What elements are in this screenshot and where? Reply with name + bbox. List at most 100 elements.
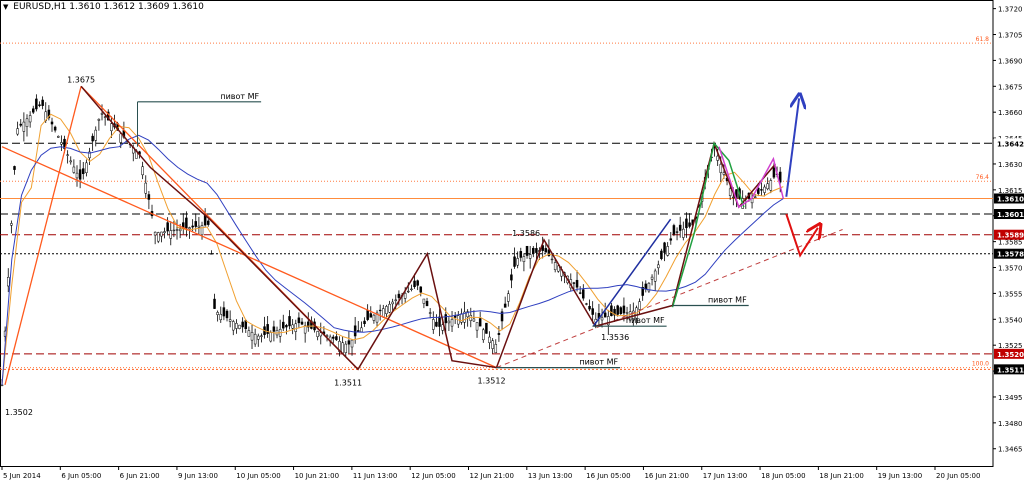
time-tick-label: 9 Jun 13:00 bbox=[178, 472, 218, 480]
price-level-label: 1.3642 bbox=[997, 140, 1024, 148]
time-tick-label: 10 Jun 21:00 bbox=[295, 472, 339, 480]
candle-body bbox=[291, 324, 294, 329]
time-tick-label: 20 Jun 05:00 bbox=[936, 472, 980, 480]
time-tick-label: 19 Jun 13:00 bbox=[878, 472, 922, 480]
candle-body bbox=[616, 305, 619, 315]
candle-body bbox=[28, 115, 32, 123]
fib-level-label: 61.8 bbox=[976, 36, 990, 43]
candle-body bbox=[472, 318, 476, 322]
price-tick-label: 1.3480 bbox=[998, 420, 1023, 428]
price-tick-label: 1.3540 bbox=[998, 316, 1023, 324]
candle-body bbox=[510, 274, 513, 281]
candle-body bbox=[722, 172, 726, 175]
price-tick-label: 1.3660 bbox=[998, 109, 1023, 117]
candle-body bbox=[600, 317, 604, 321]
candle-body bbox=[650, 276, 654, 280]
candle-body bbox=[144, 182, 148, 194]
candle-body bbox=[344, 343, 348, 353]
price-level-label: 1.3589 bbox=[997, 232, 1024, 240]
candle-body bbox=[497, 333, 501, 335]
candle-body bbox=[428, 312, 432, 314]
candle-body bbox=[657, 264, 660, 269]
candle-body bbox=[503, 303, 507, 308]
price-chart[interactable]: 1.37201.37051.36901.36751.36601.36451.36… bbox=[0, 0, 1024, 482]
candle-body bbox=[119, 133, 123, 143]
candle-body bbox=[82, 168, 85, 175]
candle-body bbox=[269, 332, 273, 342]
price-tick-label: 1.3705 bbox=[998, 32, 1023, 40]
candle-body bbox=[103, 116, 107, 118]
candle-body bbox=[372, 314, 376, 321]
candle-body bbox=[185, 217, 188, 229]
candle-body bbox=[675, 231, 679, 233]
candle-body bbox=[172, 229, 176, 232]
candle-body bbox=[216, 312, 219, 315]
candle-body bbox=[772, 167, 776, 178]
price-tick-label: 1.3675 bbox=[998, 83, 1023, 91]
candle-body bbox=[207, 220, 210, 225]
pivot-label: пивот MF bbox=[708, 295, 747, 304]
price-tick-label: 1.3630 bbox=[998, 161, 1023, 169]
candle-body bbox=[425, 300, 429, 307]
price-level-label: 1.3520 bbox=[997, 351, 1024, 359]
candle-body bbox=[366, 310, 369, 320]
candle-body bbox=[728, 188, 732, 196]
candle-body bbox=[660, 250, 663, 259]
price-level-label: 1.3601 bbox=[997, 211, 1024, 219]
candle-body bbox=[188, 227, 191, 230]
candle-body bbox=[475, 322, 479, 331]
candle-body bbox=[38, 104, 41, 106]
time-tick-label: 6 Jun 21:00 bbox=[120, 472, 160, 480]
candle-body bbox=[435, 321, 438, 327]
candle-body bbox=[141, 166, 144, 176]
candle-body bbox=[341, 342, 344, 354]
candle-body bbox=[178, 228, 182, 232]
candle-body bbox=[513, 256, 516, 267]
candle-body bbox=[360, 327, 363, 333]
candle-body bbox=[232, 321, 235, 331]
candle-body bbox=[525, 245, 529, 256]
symbol-label: EURUSD,H1 bbox=[13, 2, 67, 12]
dropdown-arrow-icon[interactable]: ▼ bbox=[3, 3, 8, 11]
candle-body bbox=[166, 222, 169, 232]
candle-body bbox=[219, 313, 223, 321]
candle-body bbox=[591, 308, 594, 315]
time-tick-label: 12 Jun 21:00 bbox=[470, 472, 514, 480]
candle-body bbox=[622, 305, 626, 314]
candle-body bbox=[100, 113, 104, 115]
candle-body bbox=[0, 384, 4, 386]
candle-body bbox=[766, 183, 769, 190]
candle-body bbox=[557, 265, 560, 272]
candle-body bbox=[588, 305, 591, 310]
candle-body bbox=[213, 298, 216, 309]
candle-body bbox=[450, 319, 454, 327]
candle-body bbox=[522, 256, 526, 262]
candle-body bbox=[685, 218, 688, 229]
candle-body bbox=[10, 223, 13, 226]
candle-body bbox=[57, 136, 60, 138]
candle-body bbox=[147, 194, 151, 200]
candle-body bbox=[388, 303, 391, 313]
candle-body bbox=[228, 319, 232, 322]
candle-body bbox=[438, 316, 441, 327]
candle-body bbox=[13, 166, 16, 170]
candle-body bbox=[288, 316, 291, 327]
price-tick-label: 1.3720 bbox=[998, 6, 1023, 14]
candle-body bbox=[378, 309, 382, 312]
candle-body bbox=[688, 222, 691, 227]
candle-body bbox=[625, 312, 629, 314]
candle-body bbox=[585, 303, 588, 305]
candle-body bbox=[678, 224, 682, 231]
candle-body bbox=[769, 180, 773, 191]
price-tick-label: 1.3495 bbox=[998, 394, 1023, 402]
candle-body bbox=[300, 321, 304, 325]
price-annotation: 1.3586 bbox=[512, 229, 540, 238]
candle-body bbox=[41, 99, 44, 106]
fib-level-label: 76.4 bbox=[976, 174, 990, 181]
candle-body bbox=[32, 108, 35, 113]
time-tick-label: 6 Jun 05:00 bbox=[61, 472, 101, 480]
pivot-label: пивот MF bbox=[579, 358, 618, 367]
price-level-label: 1.3610 bbox=[997, 195, 1024, 203]
candle-body bbox=[272, 326, 276, 332]
candle-body bbox=[191, 225, 194, 228]
